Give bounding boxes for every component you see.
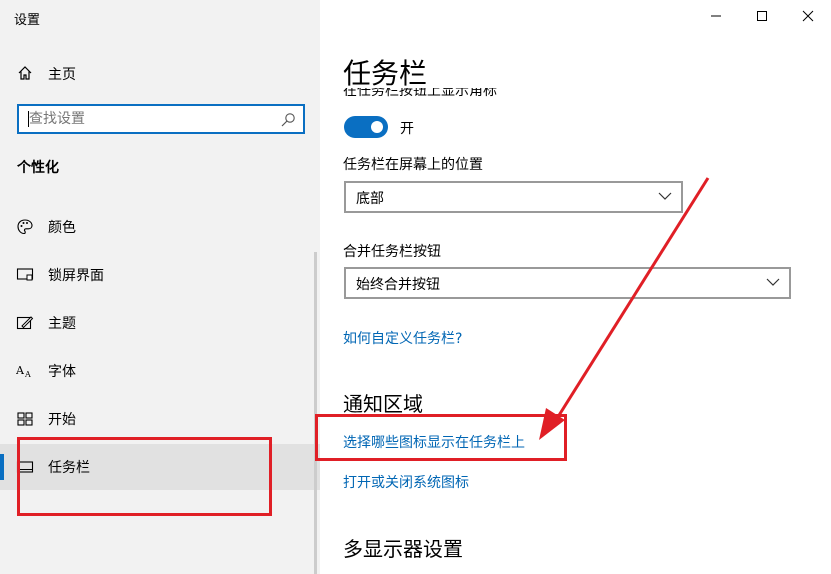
annotation-box-link [315, 414, 567, 461]
toggle-state-label: 开 [400, 121, 414, 137]
position-dropdown[interactable]: 底部 [344, 181, 683, 213]
font-icon: A A [16, 364, 31, 379]
section-title: 个性化 [17, 160, 59, 176]
chevron-down-icon [658, 192, 672, 200]
page-title: 任务栏 [343, 57, 428, 90]
maximize-button[interactable] [739, 0, 785, 32]
badge-toggle[interactable] [344, 116, 388, 138]
system-icons-link[interactable]: 打开或关闭系统图标 [343, 472, 469, 492]
maximize-icon [757, 11, 767, 21]
position-label: 任务栏在屏幕上的位置 [343, 157, 483, 173]
combine-dropdown[interactable]: 始终合并按钮 [344, 267, 791, 299]
search-box[interactable] [17, 104, 305, 134]
svg-text:A: A [24, 370, 31, 379]
start-grid-icon [17, 412, 33, 426]
close-button[interactable] [785, 0, 831, 32]
customize-taskbar-link[interactable]: 如何自定义任务栏? [343, 328, 462, 348]
combine-value: 始终合并按钮 [356, 277, 440, 293]
search-icon[interactable] [280, 112, 296, 128]
svg-text:A: A [16, 364, 25, 377]
sidebar-item-label: 主页 [48, 67, 76, 83]
sidebar-item-label: 主题 [48, 316, 76, 332]
lock-screen-icon [16, 268, 34, 281]
sidebar-item-label: 锁屏界面 [48, 268, 104, 284]
sidebar-item-home[interactable]: 主页 [0, 58, 320, 90]
multi-display-title: 多显示器设置 [343, 537, 463, 561]
home-icon [18, 66, 32, 80]
sidebar-scrollbar[interactable] [314, 252, 317, 574]
theme-brush-icon [16, 316, 34, 330]
palette-icon [17, 219, 33, 235]
sidebar-item-fonts[interactable]: A A 字体 [0, 348, 320, 394]
sidebar-item-label: 字体 [48, 364, 76, 380]
combine-label: 合并任务栏按钮 [343, 244, 441, 260]
window-title: 设置 [14, 13, 41, 28]
annotation-box-taskbar [17, 437, 272, 516]
sidebar-item-themes[interactable]: 主题 [0, 300, 320, 346]
search-input[interactable] [29, 109, 279, 129]
close-icon [802, 10, 814, 22]
clipped-setting-label: 在任务栏按钮上显示角标 [343, 88, 643, 100]
minimize-icon [711, 15, 721, 17]
clipped-setting-text: 在任务栏按钮上显示角标 [343, 88, 497, 99]
sidebar-item-lock-screen[interactable]: 锁屏界面 [0, 252, 320, 298]
sidebar-item-label: 开始 [48, 412, 76, 428]
notification-area-title: 通知区域 [343, 392, 423, 416]
sidebar-item-start[interactable]: 开始 [0, 396, 320, 442]
sidebar-item-label: 颜色 [48, 220, 76, 236]
active-indicator [0, 454, 4, 480]
minimize-button[interactable] [693, 0, 739, 32]
toggle-knob [371, 121, 383, 133]
chevron-down-icon [766, 278, 780, 286]
sidebar-item-colors[interactable]: 颜色 [0, 204, 320, 250]
position-value: 底部 [356, 191, 384, 207]
